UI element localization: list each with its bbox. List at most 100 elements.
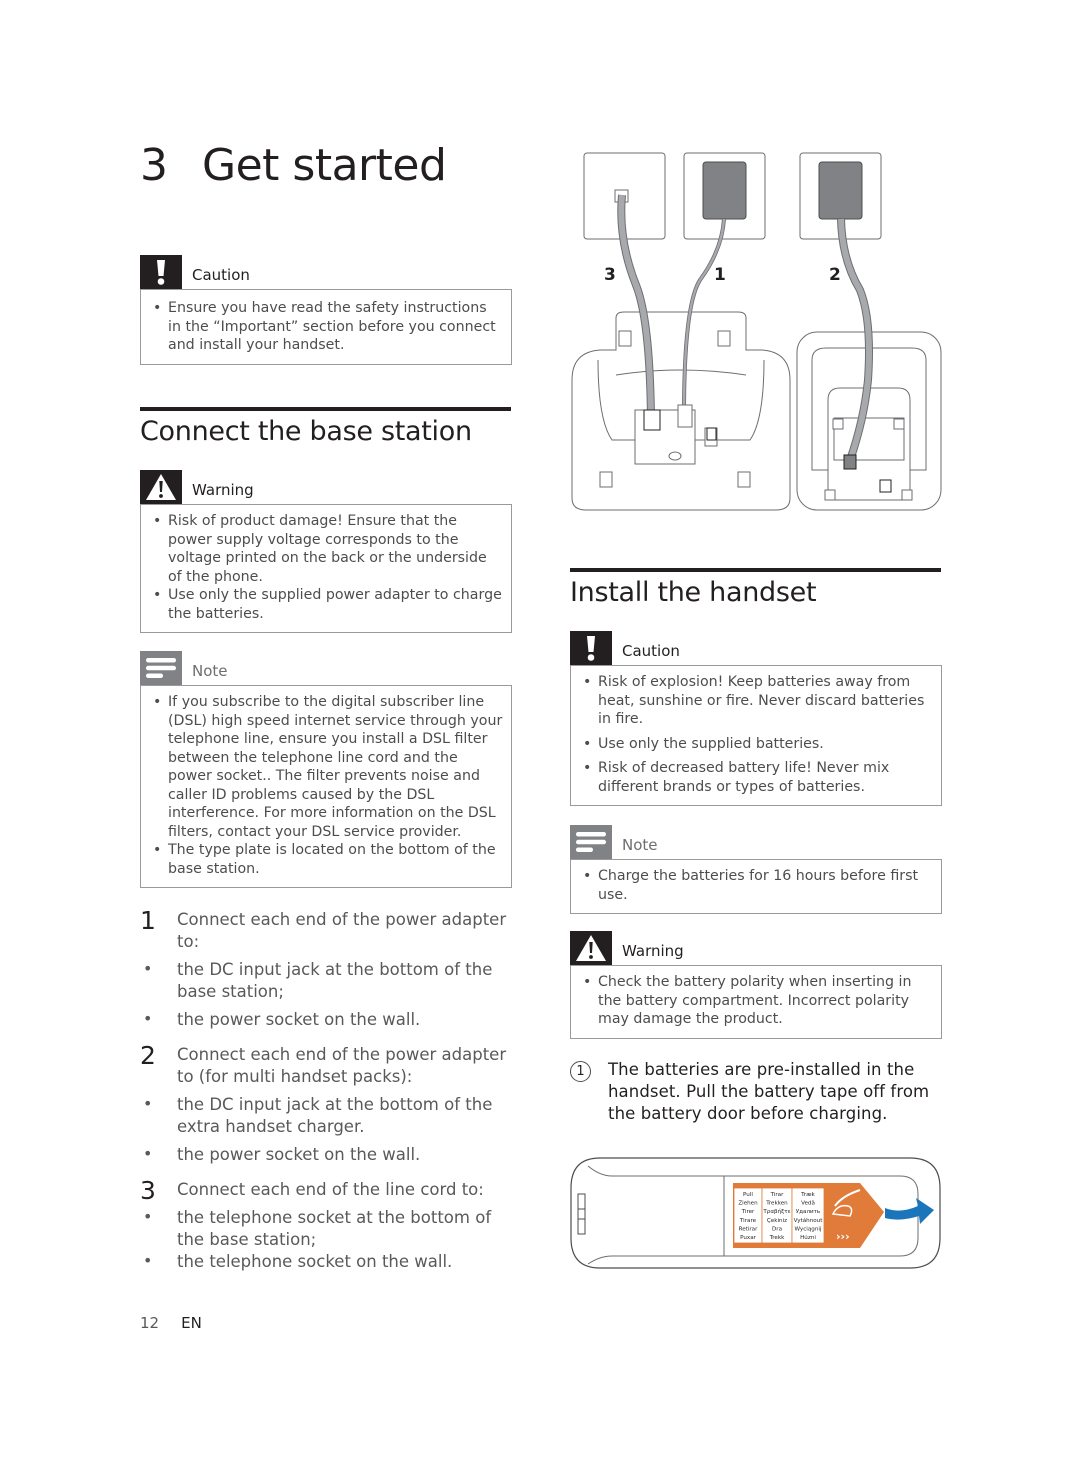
step-number: 2 bbox=[140, 1041, 156, 1070]
handset-warning-box: Warning Check the battery polarity when … bbox=[570, 931, 942, 1039]
note-item: If you subscribe to the digital subscrib… bbox=[151, 693, 503, 841]
bullet: • bbox=[143, 1144, 153, 1163]
step-text: Connect each end of the power adapter to… bbox=[177, 910, 507, 951]
note-item: The type plate is located on the bottom … bbox=[151, 841, 503, 878]
step-3-bullet: • the telephone socket on the wall. bbox=[140, 1251, 512, 1273]
step-number: 1 bbox=[140, 906, 156, 935]
note-header: Note bbox=[140, 651, 512, 685]
handset-note-box: Note Charge the batteries for 16 hours b… bbox=[570, 825, 942, 914]
base-note-box: Note If you subscribe to the digital sub… bbox=[140, 651, 512, 888]
warning-body: Check the battery polarity when insertin… bbox=[570, 965, 942, 1039]
tape-word: Retirar bbox=[739, 1226, 759, 1232]
step-1-bullet: • the DC input jack at the bottom of the… bbox=[140, 959, 512, 1003]
caution-label: Caution bbox=[192, 266, 250, 284]
tape-word: Pull bbox=[743, 1192, 753, 1198]
tape-word: Húzni bbox=[800, 1234, 816, 1241]
warning-triangle-icon bbox=[140, 470, 182, 504]
exclamation-icon bbox=[140, 255, 182, 289]
label-3: 3 bbox=[604, 265, 616, 285]
connection-diagram: 3 1 2 bbox=[571, 152, 942, 511]
warning-header: Warning bbox=[140, 470, 512, 504]
step-3-bullet: • the telephone socket at the bottom of … bbox=[140, 1207, 512, 1251]
warning-item: Risk of product damage! Ensure that the … bbox=[151, 512, 503, 586]
step-3: 3 Connect each end of the line cord to: bbox=[140, 1176, 512, 1205]
power-adapter-icon-2 bbox=[818, 161, 863, 220]
caution-item: Risk of decreased battery life! Never mi… bbox=[581, 759, 933, 796]
note-label: Note bbox=[622, 836, 658, 854]
tape-word: Tirar bbox=[770, 1192, 785, 1198]
bullet-text: the DC input jack at the bottom of the b… bbox=[177, 960, 493, 1001]
caution-label: Caution bbox=[622, 642, 680, 660]
base-warning-box: Warning Risk of product damage! Ensure t… bbox=[140, 470, 512, 633]
tape-word: Tirer bbox=[741, 1209, 755, 1215]
step-number: 3 bbox=[140, 1176, 156, 1205]
caution-body: Ensure you have read the safety instruct… bbox=[140, 289, 512, 365]
step-2-bullet: • the DC input jack at the bottom of the… bbox=[140, 1094, 512, 1138]
tape-word: Træk bbox=[800, 1192, 815, 1198]
note-item: Charge the batteries for 16 hours before… bbox=[581, 867, 933, 904]
caution-item: Use only the supplied batteries. bbox=[581, 735, 933, 754]
label-2: 2 bbox=[829, 265, 841, 285]
tape-word: Wyciągnij bbox=[794, 1226, 821, 1232]
warning-item: Check the battery polarity when insertin… bbox=[581, 973, 933, 1029]
warning-item: Use only the supplied power adapter to c… bbox=[151, 586, 503, 623]
note-header: Note bbox=[570, 825, 942, 859]
note-label: Note bbox=[192, 662, 228, 680]
chapter-title-text: Get started bbox=[202, 140, 447, 191]
step-1-bullet: • the power socket on the wall. bbox=[140, 1009, 512, 1031]
bullet: • bbox=[143, 1207, 153, 1226]
section-rule bbox=[140, 407, 511, 411]
caution-body: Risk of explosion! Keep batteries away f… bbox=[570, 665, 942, 806]
connect-steps: 1 Connect each end of the power adapter … bbox=[140, 906, 512, 1273]
note-body: If you subscribe to the digital subscrib… bbox=[140, 685, 512, 888]
warning-label: Warning bbox=[622, 942, 684, 960]
step-2: 2 Connect each end of the power adapter … bbox=[140, 1041, 512, 1088]
bullet-text: the power socket on the wall. bbox=[177, 1010, 421, 1029]
bullet-text: the telephone socket on the wall. bbox=[177, 1252, 453, 1271]
battery-tape-diagram: Pull Ziehen Tirer Tirare Retirar Puxar Tirar Tr… bbox=[570, 1157, 941, 1269]
intro-caution-box: Caution Ensure you have read the safety … bbox=[140, 255, 512, 365]
tape-word: Dra bbox=[772, 1226, 782, 1232]
step-number-circled: 1 bbox=[570, 1061, 591, 1082]
power-adapter-icon bbox=[702, 161, 747, 220]
bullet: • bbox=[143, 1094, 153, 1113]
page-footer: 12 EN bbox=[140, 1314, 202, 1332]
tape-word: Trekk bbox=[769, 1235, 785, 1241]
warning-body: Risk of product damage! Ensure that the … bbox=[140, 504, 512, 633]
handset-caution-box: Caution Risk of explosion! Keep batterie… bbox=[570, 631, 942, 806]
note-body: Charge the batteries for 16 hours before… bbox=[570, 859, 942, 914]
caution-item: Ensure you have read the safety instruct… bbox=[151, 299, 503, 355]
section-rule bbox=[570, 568, 941, 572]
label-1: 1 bbox=[714, 265, 726, 285]
caution-item: Risk of explosion! Keep batteries away f… bbox=[581, 673, 933, 729]
chapter-title: 3 Get started bbox=[140, 140, 447, 191]
language-code: EN bbox=[181, 1314, 202, 1332]
install-step-1: 1 The batteries are pre-installed in the… bbox=[570, 1059, 942, 1125]
note-lines-icon bbox=[570, 825, 612, 859]
warning-label: Warning bbox=[192, 481, 254, 499]
chevrons-icon: ››› bbox=[836, 1230, 850, 1243]
bullet-text: the power socket on the wall. bbox=[177, 1145, 421, 1164]
page-number: 12 bbox=[140, 1314, 160, 1332]
bullet: • bbox=[143, 1009, 153, 1028]
bullet: • bbox=[143, 959, 153, 978]
section-title-connect-base: Connect the base station bbox=[140, 416, 472, 447]
bullet: • bbox=[143, 1251, 153, 1270]
bullet-text: the telephone socket at the bottom of th… bbox=[177, 1208, 492, 1249]
tape-word: Vedä bbox=[801, 1201, 815, 1207]
section-title-install-handset: Install the handset bbox=[570, 577, 817, 608]
bullet-text: the DC input jack at the bottom of the e… bbox=[177, 1095, 493, 1136]
tape-word: Ziehen bbox=[738, 1201, 758, 1207]
tape-word: Tirare bbox=[739, 1218, 757, 1224]
warning-triangle-icon bbox=[570, 931, 612, 965]
handset-clip-icon bbox=[577, 1193, 586, 1235]
tape-word: Удалить bbox=[796, 1209, 820, 1215]
tape-word: Puxar bbox=[740, 1235, 757, 1241]
step-text: Connect each end of the line cord to: bbox=[177, 1180, 484, 1199]
warning-header: Warning bbox=[570, 931, 942, 965]
tape-word: Çekiniz bbox=[767, 1218, 787, 1224]
tape-word: Vytáhnout bbox=[794, 1217, 824, 1224]
caution-header: Caution bbox=[570, 631, 942, 665]
caution-header: Caution bbox=[140, 255, 512, 289]
step-2-bullet: • the power socket on the wall. bbox=[140, 1144, 512, 1166]
